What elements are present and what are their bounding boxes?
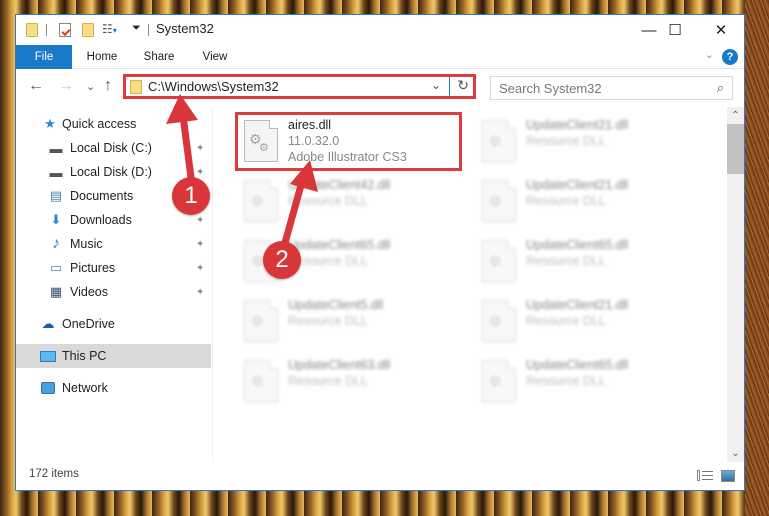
annotation-arrow-2 xyxy=(279,160,318,254)
annotation-arrows xyxy=(166,94,318,254)
annotation-badge-1: 1 xyxy=(172,177,210,215)
annotation-badge-2: 2 xyxy=(263,241,301,279)
annotation-arrow-1 xyxy=(166,94,198,189)
